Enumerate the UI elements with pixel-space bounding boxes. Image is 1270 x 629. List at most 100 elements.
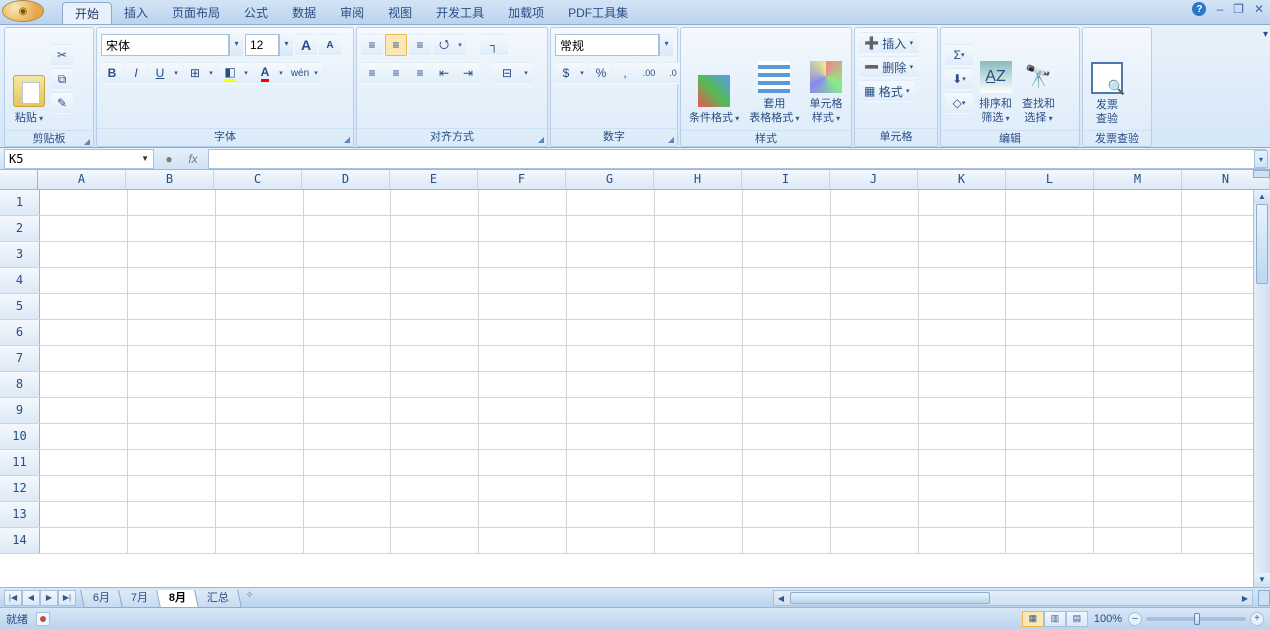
- cell-I13[interactable]: [743, 502, 831, 527]
- cell-A1[interactable]: [40, 190, 128, 215]
- cell-C6[interactable]: [216, 320, 304, 345]
- cell-F6[interactable]: [479, 320, 567, 345]
- ribbon-minimize-icon[interactable]: ▾: [1263, 29, 1268, 40]
- cell-L3[interactable]: [1006, 242, 1094, 267]
- cell-B1[interactable]: [128, 190, 216, 215]
- clear-button[interactable]: ◇▾: [945, 92, 973, 114]
- cell-L4[interactable]: [1006, 268, 1094, 293]
- cell-M8[interactable]: [1094, 372, 1182, 397]
- cell-M1[interactable]: [1094, 190, 1182, 215]
- italic-button[interactable]: I: [125, 62, 147, 84]
- formula-input[interactable]: [208, 149, 1266, 169]
- cell-B11[interactable]: [128, 450, 216, 475]
- zoom-percent[interactable]: 100%: [1094, 613, 1122, 625]
- cell-J10[interactable]: [831, 424, 919, 449]
- sheet-nav-prev[interactable]: ◀: [22, 590, 40, 606]
- cell-J8[interactable]: [831, 372, 919, 397]
- cell-F5[interactable]: [479, 294, 567, 319]
- cell-A7[interactable]: [40, 346, 128, 371]
- cell-J6[interactable]: [831, 320, 919, 345]
- merge-center-button[interactable]: ⊟▾: [493, 62, 532, 84]
- invoice-verify-button[interactable]: 🔍 发票 查验: [1087, 30, 1127, 128]
- cell-C14[interactable]: [216, 528, 304, 553]
- cell-E3[interactable]: [391, 242, 479, 267]
- select-all-corner[interactable]: [0, 170, 38, 189]
- column-header-E[interactable]: E: [390, 170, 478, 189]
- column-header-L[interactable]: L: [1006, 170, 1094, 189]
- sheet-tab-6月[interactable]: 6月: [80, 590, 123, 608]
- font-size-value[interactable]: 12: [245, 34, 279, 56]
- cell-D13[interactable]: [304, 502, 392, 527]
- cell-K6[interactable]: [919, 320, 1007, 345]
- cell-G4[interactable]: [567, 268, 655, 293]
- cell-M14[interactable]: [1094, 528, 1182, 553]
- cell-A10[interactable]: [40, 424, 128, 449]
- cell-J12[interactable]: [831, 476, 919, 501]
- font-name-value[interactable]: 宋体: [101, 34, 229, 56]
- decrease-indent-button[interactable]: ⇤: [433, 62, 455, 84]
- cell-L10[interactable]: [1006, 424, 1094, 449]
- column-header-A[interactable]: A: [38, 170, 126, 189]
- cell-I8[interactable]: [743, 372, 831, 397]
- cell-G13[interactable]: [567, 502, 655, 527]
- cell-C7[interactable]: [216, 346, 304, 371]
- percent-button[interactable]: %: [590, 62, 612, 84]
- align-middle-button[interactable]: ≡: [385, 34, 407, 56]
- name-box[interactable]: K5 ▼: [4, 149, 154, 169]
- cell-F4[interactable]: [479, 268, 567, 293]
- cell-H11[interactable]: [655, 450, 743, 475]
- paste-button[interactable]: 粘贴: [9, 30, 49, 128]
- cell-L11[interactable]: [1006, 450, 1094, 475]
- office-button[interactable]: ◉: [2, 0, 44, 22]
- cell-L6[interactable]: [1006, 320, 1094, 345]
- find-select-button[interactable]: 🔭 查找和 选择: [1018, 30, 1059, 128]
- cell-H2[interactable]: [655, 216, 743, 241]
- increase-font-button[interactable]: A: [295, 34, 317, 56]
- zoom-track[interactable]: [1146, 617, 1246, 621]
- cell-E12[interactable]: [391, 476, 479, 501]
- row-header-6[interactable]: 6: [0, 320, 40, 345]
- cell-H13[interactable]: [655, 502, 743, 527]
- accounting-format-button[interactable]: $▾: [555, 62, 588, 84]
- cell-C10[interactable]: [216, 424, 304, 449]
- scroll-right-arrow[interactable]: ▶: [1238, 594, 1252, 603]
- tab-视图[interactable]: 视图: [376, 2, 424, 24]
- cell-G2[interactable]: [567, 216, 655, 241]
- cell-D10[interactable]: [304, 424, 392, 449]
- font-size-combo[interactable]: 12 ▾: [245, 34, 293, 56]
- cell-G1[interactable]: [567, 190, 655, 215]
- view-button-0[interactable]: ▦: [1022, 611, 1044, 627]
- tab-公式[interactable]: 公式: [232, 2, 280, 24]
- cell-G9[interactable]: [567, 398, 655, 423]
- cell-J9[interactable]: [831, 398, 919, 423]
- cell-M10[interactable]: [1094, 424, 1182, 449]
- cell-D6[interactable]: [304, 320, 392, 345]
- cell-M11[interactable]: [1094, 450, 1182, 475]
- cell-E5[interactable]: [391, 294, 479, 319]
- insert-cells-button[interactable]: ➕ 插入 ▾: [859, 32, 918, 54]
- cell-L14[interactable]: [1006, 528, 1094, 553]
- cell-F2[interactable]: [479, 216, 567, 241]
- cell-H4[interactable]: [655, 268, 743, 293]
- cell-D7[interactable]: [304, 346, 392, 371]
- scroll-down-arrow[interactable]: ▼: [1254, 573, 1270, 587]
- chevron-down-icon[interactable]: ▾: [229, 34, 243, 56]
- close-button[interactable]: ✕: [1254, 2, 1264, 16]
- cell-styles-button[interactable]: 单元格 样式: [806, 30, 847, 128]
- cell-B3[interactable]: [128, 242, 216, 267]
- orientation-button[interactable]: ⭯▾: [433, 34, 466, 56]
- cut-button[interactable]: ✂: [51, 44, 73, 66]
- align-left-button[interactable]: ≡: [361, 62, 383, 84]
- row-header-5[interactable]: 5: [0, 294, 40, 319]
- row-header-7[interactable]: 7: [0, 346, 40, 371]
- cell-E11[interactable]: [391, 450, 479, 475]
- cell-B4[interactable]: [128, 268, 216, 293]
- sheet-nav-next[interactable]: ▶: [40, 590, 58, 606]
- cell-D14[interactable]: [304, 528, 392, 553]
- cell-I3[interactable]: [743, 242, 831, 267]
- tab-数据[interactable]: 数据: [280, 2, 328, 24]
- zoom-in-button[interactable]: +: [1250, 612, 1264, 626]
- cell-K4[interactable]: [919, 268, 1007, 293]
- number-format-value[interactable]: 常规: [555, 34, 659, 56]
- sheet-tab-7月[interactable]: 7月: [118, 590, 161, 608]
